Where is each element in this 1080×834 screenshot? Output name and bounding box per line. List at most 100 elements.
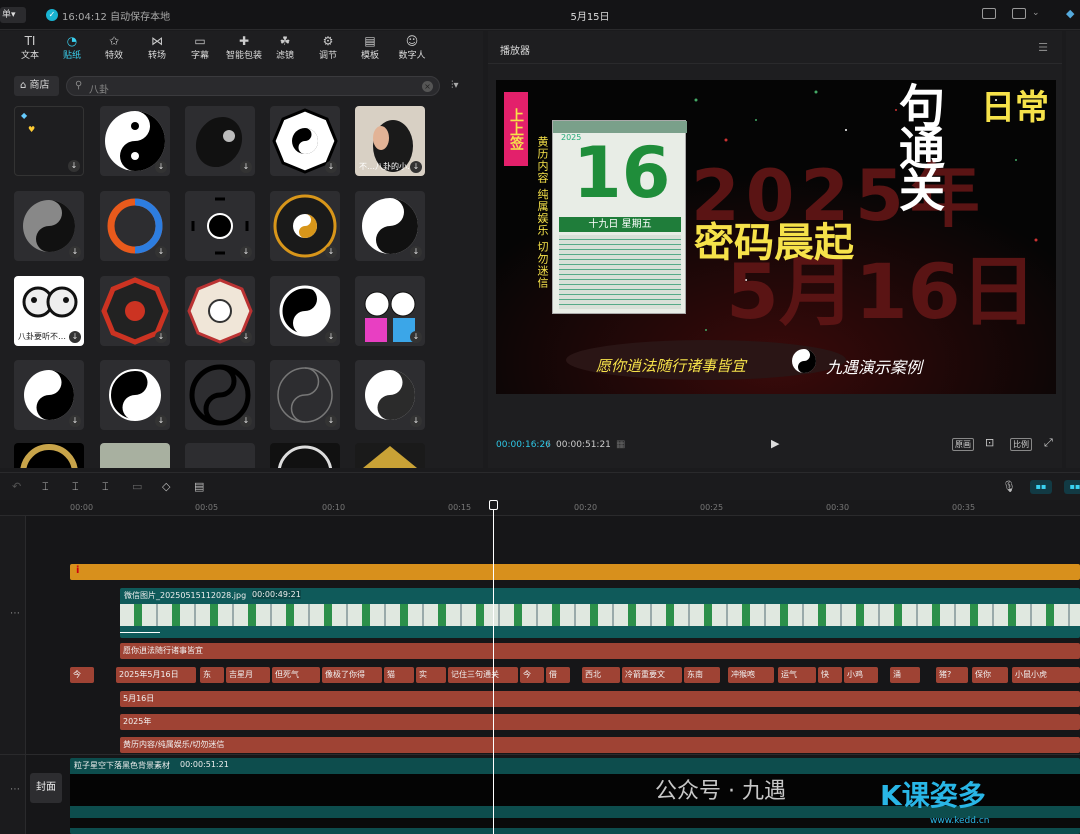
- subtitle-chip[interactable]: 猫: [384, 667, 414, 683]
- download-icon[interactable]: ↓: [240, 246, 252, 258]
- tab-adjust[interactable]: ⚙ 调节: [308, 34, 348, 64]
- microphone-icon[interactable]: 🎙: [1002, 480, 1016, 493]
- video-preview[interactable]: 2025年 5月16日 上上签 黄历内容 纯属娱乐 切勿迷信 2025 16 十…: [496, 80, 1056, 394]
- ratio-button[interactable]: 比例: [1010, 438, 1032, 451]
- subtitle-chip[interactable]: 冷箭重要文: [622, 667, 682, 683]
- sticker-tile[interactable]: ↓: [355, 191, 425, 261]
- subtitle-chip[interactable]: 东南: [684, 667, 720, 683]
- subtitle-chip[interactable]: 涌: [890, 667, 920, 683]
- sticker-tile[interactable]: ↓: [185, 191, 255, 261]
- diamond-icon[interactable]: ◆: [1066, 7, 1074, 20]
- download-icon[interactable]: ↓: [69, 415, 81, 427]
- download-icon[interactable]: ↓: [155, 415, 167, 427]
- subtitle-chip[interactable]: 保你: [972, 667, 1008, 683]
- download-icon[interactable]: ↓: [325, 415, 337, 427]
- tab-sticker[interactable]: ◔ 贴纸: [52, 34, 92, 64]
- grid-icon[interactable]: ▦: [616, 439, 625, 450]
- download-icon[interactable]: ↓: [155, 161, 167, 173]
- sticker-tile[interactable]: ↓: [270, 191, 340, 261]
- more-icon[interactable]: ⋯: [10, 608, 20, 619]
- subtitle-chip[interactable]: 但死气: [272, 667, 320, 683]
- download-icon[interactable]: ↓: [155, 331, 167, 343]
- subtitle-chip[interactable]: 记住三句通关: [448, 667, 518, 683]
- sticker-tile[interactable]: ↓: [185, 106, 255, 176]
- tab-template[interactable]: ▤ 模板: [350, 34, 390, 64]
- time-ruler[interactable]: 00:00 00:05 00:10 00:15 00:20 00:25 00:3…: [0, 500, 1080, 516]
- sticker-tile[interactable]: [100, 443, 170, 468]
- download-icon[interactable]: ↓: [155, 246, 167, 258]
- filter-sort-icon[interactable]: ⫶▾: [451, 80, 459, 91]
- sticker-tile[interactable]: ↓: [270, 360, 340, 430]
- sticker-tile[interactable]: 不…八卦的小… ↓: [355, 106, 425, 176]
- store-button[interactable]: ⌂ 商店: [14, 76, 59, 96]
- text-clip[interactable]: 黄历内容/纯属娱乐/切勿迷信: [120, 737, 1080, 753]
- tab-digital-human[interactable]: ☺ 数字人: [392, 34, 432, 64]
- sticker-tile[interactable]: ↓: [355, 276, 425, 346]
- download-icon[interactable]: ↓: [240, 161, 252, 173]
- image-clip[interactable]: 微信图片_20250515112028.jpg 00:00:49:21: [120, 588, 1080, 638]
- playhead-handle[interactable]: [489, 500, 498, 510]
- tab-smart-pack[interactable]: ✚ 智能包装: [222, 34, 266, 64]
- sticker-tile[interactable]: [14, 443, 84, 468]
- sticker-tile[interactable]: ↓: [100, 106, 170, 176]
- search-bar[interactable]: ⚲ 八卦 ×: [66, 76, 440, 96]
- playhead[interactable]: [489, 500, 498, 834]
- sticker-tile[interactable]: ↓: [270, 276, 340, 346]
- sticker-tile[interactable]: ◆ ♥ ↓: [14, 106, 84, 176]
- tab-filter[interactable]: ☘ 滤镜: [265, 34, 305, 64]
- download-icon[interactable]: ↓: [68, 160, 80, 172]
- download-icon[interactable]: ↓: [69, 246, 81, 258]
- subtitle-chip[interactable]: 冲猴咆: [728, 667, 774, 683]
- subtitle-chip[interactable]: 2025年5月16日: [116, 667, 196, 683]
- sticker-tile[interactable]: ↓: [100, 276, 170, 346]
- tab-transition[interactable]: ⋈ 转场: [137, 34, 177, 64]
- download-icon[interactable]: ↓: [410, 331, 422, 343]
- download-icon[interactable]: ↓: [325, 161, 337, 173]
- sticker-tile[interactable]: ↓: [355, 360, 425, 430]
- delete-icon[interactable]: ▭: [132, 480, 142, 493]
- play-button[interactable]: ▶: [771, 437, 779, 450]
- download-icon[interactable]: ↓: [325, 331, 337, 343]
- tab-subtitle[interactable]: ▭ 字幕: [180, 34, 220, 64]
- sticker-tile[interactable]: ↓: [100, 191, 170, 261]
- download-icon[interactable]: ↓: [240, 415, 252, 427]
- original-quality-button[interactable]: 原画: [952, 438, 974, 451]
- shield-icon[interactable]: ◇: [162, 480, 170, 493]
- sticker-tile[interactable]: ↓: [270, 106, 340, 176]
- subtitle-chip[interactable]: 小鼠小虎: [1012, 667, 1080, 683]
- split-right-icon[interactable]: ⌶: [102, 480, 109, 494]
- auto-caption-icon[interactable]: ▤: [194, 480, 204, 493]
- download-icon[interactable]: ↓: [410, 246, 422, 258]
- fullscreen-icon[interactable]: ⤢: [1044, 436, 1053, 450]
- subtitle-chip[interactable]: 东: [200, 667, 224, 683]
- search-input[interactable]: 八卦: [89, 81, 109, 96]
- fit-screen-icon[interactable]: ⊡: [985, 436, 994, 449]
- subtitle-chip[interactable]: 借: [546, 667, 570, 683]
- split-icon[interactable]: ⌶: [42, 480, 49, 494]
- subtitle-chip[interactable]: 猪?: [936, 667, 968, 683]
- shortcut-icon[interactable]: [982, 8, 996, 19]
- project-title[interactable]: 5月15日: [0, 8, 1080, 23]
- subtitle-chip[interactable]: 西北: [582, 667, 620, 683]
- sticker-tile[interactable]: [185, 443, 255, 468]
- download-icon[interactable]: ↓: [325, 246, 337, 258]
- subtitle-chip[interactable]: 快: [818, 667, 842, 683]
- sticker-tile[interactable]: ↓: [100, 360, 170, 430]
- subtitle-chip[interactable]: 实: [416, 667, 446, 683]
- subtitle-chip[interactable]: 今: [70, 667, 94, 683]
- sticker-tile[interactable]: ↓: [185, 360, 255, 430]
- subtitle-chip[interactable]: 小鸡: [844, 667, 878, 683]
- menu-icon[interactable]: ☰: [1038, 41, 1048, 54]
- effect-clip[interactable]: i: [70, 564, 1080, 580]
- sticker-tile[interactable]: ↓: [185, 276, 255, 346]
- download-icon[interactable]: ↓: [410, 415, 422, 427]
- subtitle-chip[interactable]: 吉星月: [226, 667, 270, 683]
- chevron-down-icon[interactable]: ⌄: [1032, 8, 1040, 18]
- sticker-tile[interactable]: 八卦要听不… ↓: [14, 276, 84, 346]
- sticker-tile[interactable]: [270, 443, 340, 468]
- split-left-icon[interactable]: ⌶: [72, 480, 79, 494]
- text-clip[interactable]: 5月16日: [120, 691, 1080, 707]
- subtitle-chip[interactable]: 像极了你得: [322, 667, 382, 683]
- subtitle-chip[interactable]: 运气: [778, 667, 816, 683]
- clear-icon[interactable]: ×: [422, 81, 433, 92]
